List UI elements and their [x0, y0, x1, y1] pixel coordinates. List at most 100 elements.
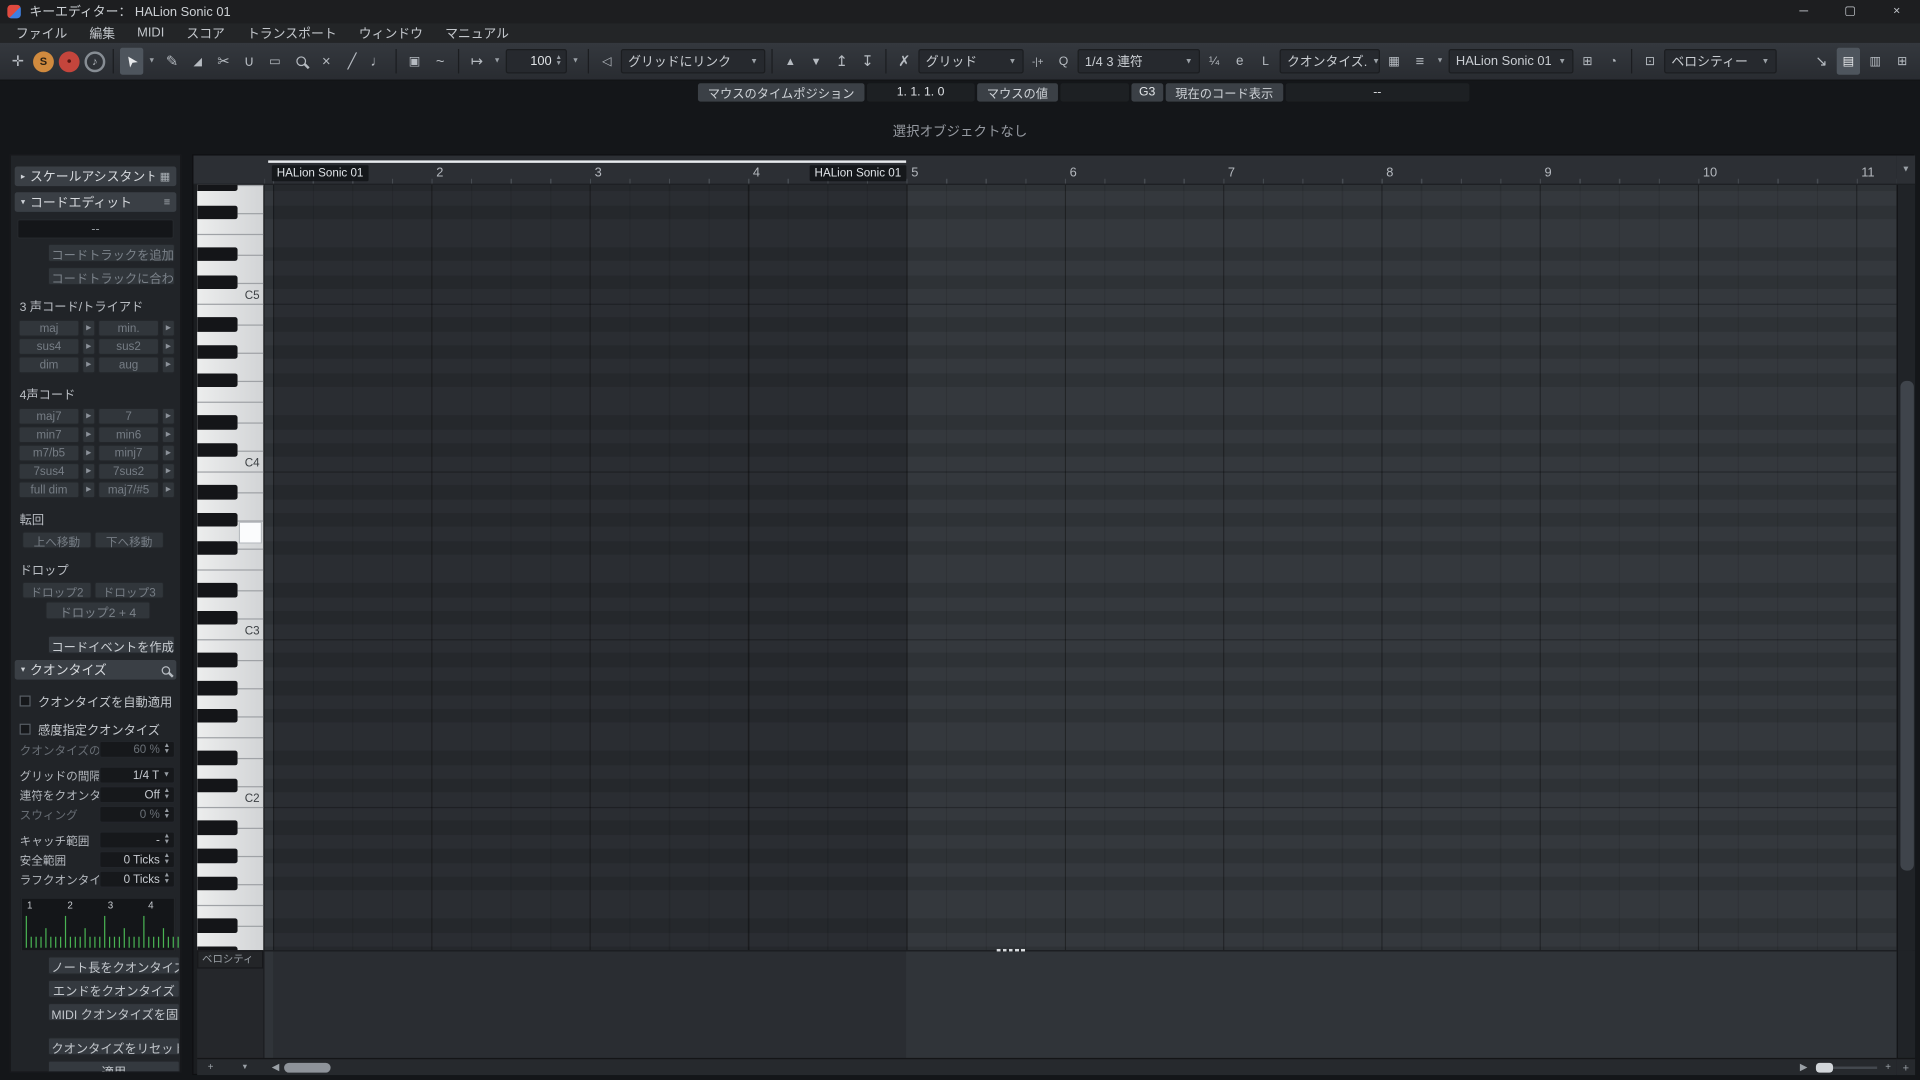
- quantize-apply-icon[interactable]: ✗: [893, 48, 916, 75]
- move-up-icon[interactable]: ▲: [779, 48, 802, 75]
- step-input-icon[interactable]: ▦: [1382, 48, 1405, 75]
- open-in-window-icon[interactable]: ↘: [1810, 48, 1833, 75]
- section-chord-edit[interactable]: ▾ コードエディット ≡: [15, 192, 177, 212]
- black-key[interactable]: [197, 877, 237, 891]
- chord-button[interactable]: 7: [98, 408, 159, 425]
- note-grid[interactable]: [264, 185, 1896, 950]
- param-value[interactable]: Off▲▼: [99, 786, 175, 803]
- input-options-caret[interactable]: ▼: [1434, 48, 1446, 75]
- menu-item[interactable]: ウィンドウ: [348, 24, 434, 42]
- black-key[interactable]: [197, 513, 237, 527]
- black-key[interactable]: [197, 415, 237, 429]
- quantize-q-icon[interactable]: Q: [1052, 48, 1075, 75]
- midi-input-icon[interactable]: ≡: [1408, 48, 1431, 75]
- chord-variant-arrow[interactable]: ▶: [82, 481, 95, 498]
- event-colors-select[interactable]: ベロシティー▼: [1664, 49, 1777, 73]
- drop24-button[interactable]: ドロップ2 + 4: [45, 601, 150, 619]
- param-value[interactable]: 0 Ticks▲▼: [99, 871, 175, 888]
- minimize-button[interactable]: ─: [1780, 0, 1827, 23]
- nudge-up-icon[interactable]: ↥: [830, 48, 853, 75]
- iq-checkbox[interactable]: [20, 724, 31, 735]
- time-warp-tool[interactable]: ♩: [366, 48, 389, 75]
- black-key[interactable]: [197, 583, 237, 597]
- stepper-icon[interactable]: ▲▼: [164, 809, 171, 820]
- left-zone-toggle[interactable]: ▤: [1837, 48, 1860, 75]
- length-quantize-select[interactable]: クオンタイズ.▼: [1280, 49, 1380, 73]
- chord-variant-arrow[interactable]: ▶: [82, 320, 95, 337]
- part-select[interactable]: HALion Sonic 01▼: [1449, 49, 1574, 73]
- record-in-editor-button[interactable]: ●: [58, 48, 81, 75]
- menu-item[interactable]: マニュアル: [434, 24, 520, 42]
- chord-variant-arrow[interactable]: ▶: [162, 320, 175, 337]
- black-key[interactable]: [197, 247, 237, 261]
- ruler-options-caret[interactable]: ▼: [1897, 156, 1915, 185]
- comment-icon[interactable]: ⊡: [1638, 48, 1661, 75]
- stepper-icon[interactable]: ▲▼: [164, 834, 171, 845]
- chord-variant-arrow[interactable]: ▶: [162, 463, 175, 480]
- black-key[interactable]: [197, 373, 237, 387]
- autoscroll-icon[interactable]: ↦: [465, 48, 488, 75]
- chord-button[interactable]: minj7: [98, 444, 159, 461]
- chord-button[interactable]: maj: [18, 320, 79, 337]
- piano-keys[interactable]: C5C4C3C2: [197, 185, 263, 950]
- erase-tool[interactable]: ▭: [263, 48, 286, 75]
- close-button[interactable]: ×: [1873, 0, 1920, 23]
- audition-icon[interactable]: ◁: [595, 48, 618, 75]
- independent-loop-icon[interactable]: ◔: [1602, 48, 1625, 75]
- velocity-lane[interactable]: [264, 950, 1896, 1058]
- velocity-lane-label[interactable]: ベロシティー: [197, 950, 263, 968]
- solo-editor-button[interactable]: S: [32, 48, 55, 75]
- chord-variant-arrow[interactable]: ▶: [162, 356, 175, 373]
- inversion-button[interactable]: 上へ移動: [22, 531, 92, 548]
- h-zoom-thumb[interactable]: [1816, 1063, 1833, 1073]
- insert-velocity-caret[interactable]: ▼: [569, 48, 581, 75]
- length-quantize-l-icon[interactable]: L: [1254, 48, 1277, 75]
- draw-tool[interactable]: ✎: [160, 48, 183, 75]
- nudge-down-icon[interactable]: ↧: [856, 48, 879, 75]
- chord-variant-arrow[interactable]: ▶: [82, 426, 95, 443]
- quantize-action-button[interactable]: ノート長をクオンタイズ: [48, 956, 180, 974]
- quantize-action-button[interactable]: エンドをクオンタイズ: [48, 980, 180, 998]
- part-end-flag[interactable]: HALion Sonic 01: [810, 165, 906, 181]
- move-down-icon[interactable]: ▼: [804, 48, 827, 75]
- curve-icon[interactable]: ~: [429, 48, 452, 75]
- black-key[interactable]: [197, 779, 237, 793]
- black-key[interactable]: [197, 443, 237, 457]
- black-key[interactable]: [197, 821, 237, 835]
- menu-item[interactable]: 編集: [78, 24, 126, 42]
- chord-variant-arrow[interactable]: ▶: [82, 408, 95, 425]
- object-selection-tool[interactable]: ➤: [120, 48, 143, 75]
- add-chord-track-button[interactable]: コードトラックを追加: [48, 244, 175, 262]
- chord-variant-arrow[interactable]: ▶: [82, 338, 95, 355]
- black-key[interactable]: [197, 317, 237, 331]
- length-offset-icon[interactable]: -|+: [1026, 48, 1049, 75]
- show-part-borders-icon[interactable]: ⊞: [1576, 48, 1599, 75]
- chord-button[interactable]: sus4: [18, 338, 79, 355]
- horizontal-scrollbar[interactable]: + ▼ ◀ ▶ +: [197, 1058, 1897, 1075]
- acoustic-feedback-button[interactable]: ♪: [83, 48, 106, 75]
- grid-type-select[interactable]: グリッド▼: [918, 49, 1023, 73]
- chord-button[interactable]: full dim: [18, 481, 79, 498]
- chord-button[interactable]: 7sus4: [18, 463, 79, 480]
- chord-button[interactable]: min6: [98, 426, 159, 443]
- chord-variant-arrow[interactable]: ▶: [162, 426, 175, 443]
- right-zone-toggle[interactable]: ▥: [1864, 48, 1887, 75]
- chord-variant-arrow[interactable]: ▶: [162, 444, 175, 461]
- param-value[interactable]: 1/4 T▼: [99, 767, 175, 784]
- chord-variant-arrow[interactable]: ▶: [162, 408, 175, 425]
- black-key[interactable]: [197, 849, 237, 863]
- tool-variant-caret[interactable]: ▼: [146, 48, 158, 75]
- stepper-icon[interactable]: ▲▼: [164, 789, 171, 800]
- iterative-quantize-icon[interactable]: ¼: [1202, 48, 1225, 75]
- v-scroll-thumb[interactable]: [1900, 381, 1913, 871]
- zoom-tool[interactable]: [289, 48, 312, 75]
- black-key[interactable]: [197, 206, 237, 220]
- param-value[interactable]: 60 %▲▼: [99, 741, 175, 758]
- chord-button[interactable]: dim: [18, 356, 79, 373]
- maximize-button[interactable]: ▢: [1827, 0, 1874, 23]
- split-tool[interactable]: ✂: [212, 48, 235, 75]
- quantize-action-button[interactable]: 適用: [48, 1060, 180, 1072]
- black-key[interactable]: [197, 485, 237, 499]
- inversion-button[interactable]: 下へ移動: [94, 531, 164, 548]
- black-key[interactable]: [197, 751, 237, 765]
